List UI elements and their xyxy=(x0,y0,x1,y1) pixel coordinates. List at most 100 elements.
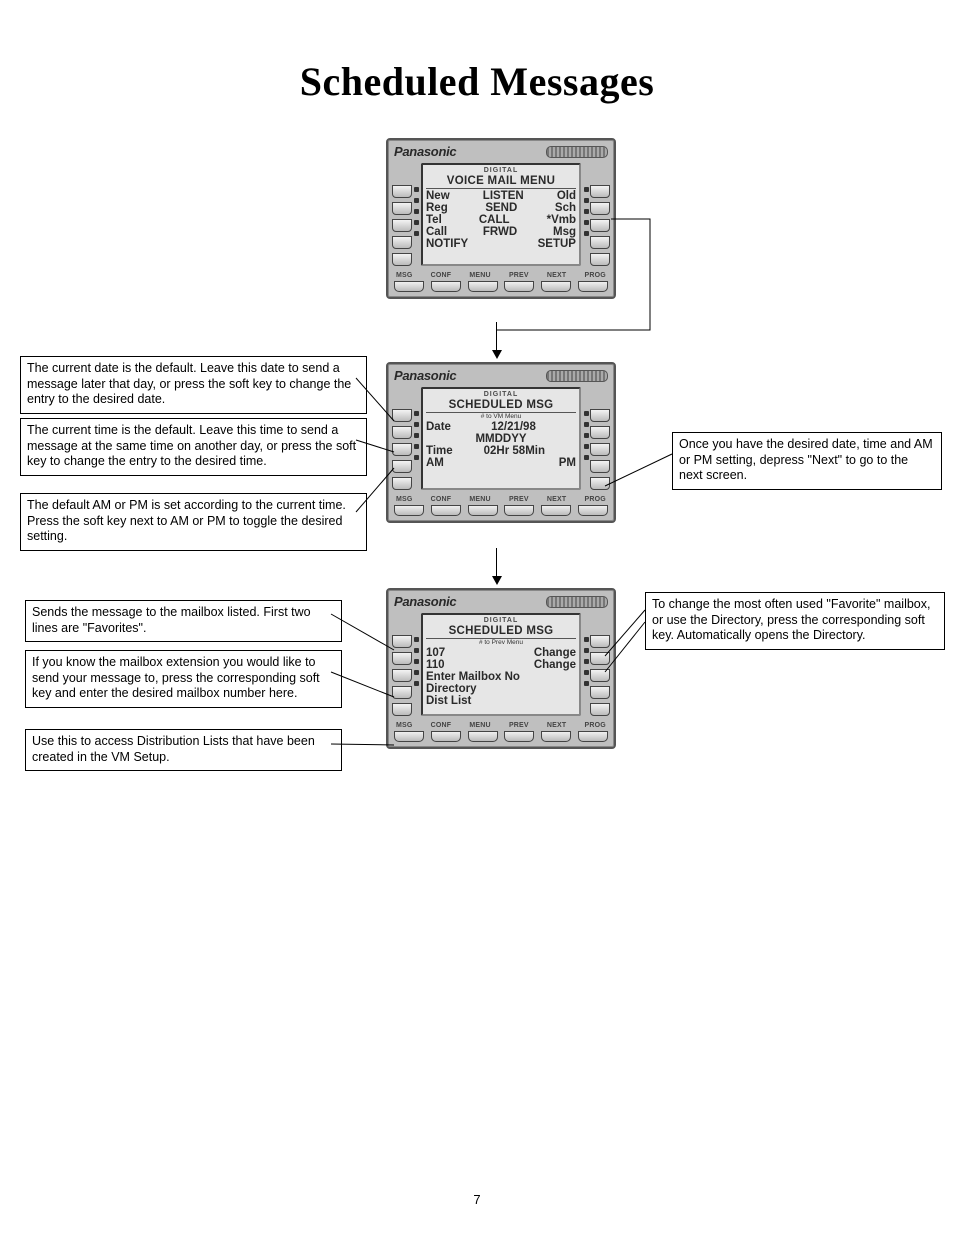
lcd-row: AMPM xyxy=(426,457,576,469)
bottom-key[interactable] xyxy=(541,731,571,742)
soft-key[interactable] xyxy=(392,409,412,422)
soft-key[interactable] xyxy=(590,669,610,682)
soft-key[interactable] xyxy=(590,652,610,665)
lcd-row: Time02Hr 58Min xyxy=(426,445,576,457)
soft-key[interactable] xyxy=(590,635,610,648)
soft-key[interactable] xyxy=(392,202,412,215)
flow-arrow-2 xyxy=(496,548,497,576)
led-column xyxy=(412,613,420,716)
bottom-key-label: MENU xyxy=(469,496,490,503)
soft-key[interactable] xyxy=(590,426,610,439)
speaker-grille xyxy=(546,370,608,382)
phone-scheduled-msg-mailbox: PanasonicDIGITALSCHEDULED MSG# to Prev M… xyxy=(386,588,616,749)
lcd-row: RegSENDSch xyxy=(426,202,576,214)
callout-next: Once you have the desired date, time and… xyxy=(672,432,942,490)
soft-key[interactable] xyxy=(392,219,412,232)
bottom-key[interactable] xyxy=(468,281,498,292)
soft-key[interactable] xyxy=(392,669,412,682)
bottom-key[interactable] xyxy=(578,731,608,742)
soft-key[interactable] xyxy=(392,652,412,665)
soft-key[interactable] xyxy=(392,703,412,716)
bottom-key[interactable] xyxy=(468,505,498,516)
soft-key[interactable] xyxy=(392,185,412,198)
bottom-key-label: MENU xyxy=(469,722,490,729)
soft-key[interactable] xyxy=(392,460,412,473)
bottom-key[interactable] xyxy=(541,505,571,516)
bottom-key[interactable] xyxy=(431,731,461,742)
led-dot xyxy=(584,648,589,653)
soft-key[interactable] xyxy=(590,219,610,232)
bottom-key-label: NEXT xyxy=(547,496,566,503)
soft-key[interactable] xyxy=(590,253,610,266)
soft-key[interactable] xyxy=(590,185,610,198)
phone-voice-mail-menu: PanasonicDIGITALVOICE MAIL MENUNewLISTEN… xyxy=(386,138,616,299)
led-dot xyxy=(414,231,419,236)
lcd-hint: # to VM Menu xyxy=(426,413,576,420)
lcd-row: 107Change xyxy=(426,647,576,659)
phone-scheduled-msg-date: Panasonic DIGITALSCHEDULED MSG# to VM Men… xyxy=(386,362,616,523)
led-dot xyxy=(414,422,419,427)
soft-key[interactable] xyxy=(590,686,610,699)
lcd-row: CallFRWDMsg xyxy=(426,226,576,238)
soft-key[interactable] xyxy=(392,477,412,490)
soft-key[interactable] xyxy=(392,236,412,249)
led-dot xyxy=(414,187,419,192)
bottom-key[interactable] xyxy=(394,505,424,516)
lcd-row: MMDDYY xyxy=(426,433,576,445)
led-dot xyxy=(584,209,589,214)
bottom-key-row: MSGCONFMENUPREVNEXTPROG xyxy=(388,720,614,747)
bottom-key[interactable] xyxy=(504,281,534,292)
led-dot xyxy=(414,648,419,653)
speaker-grille xyxy=(546,146,608,158)
bottom-key-label: PREV xyxy=(509,272,529,279)
led-dot xyxy=(414,444,419,449)
soft-key[interactable] xyxy=(590,477,610,490)
lcd-row: Enter Mailbox No xyxy=(426,671,576,683)
bottom-key[interactable] xyxy=(394,281,424,292)
softkey-column xyxy=(590,387,610,490)
lcd-title: SCHEDULED MSG xyxy=(426,399,576,413)
led-dot xyxy=(414,670,419,675)
bottom-key-label: CONF xyxy=(431,272,452,279)
callout-date: The current date is the default. Leave t… xyxy=(20,356,367,414)
lcd-row: Directory xyxy=(426,683,576,695)
soft-key[interactable] xyxy=(392,426,412,439)
bottom-key[interactable] xyxy=(431,281,461,292)
bottom-key-label: PREV xyxy=(509,496,529,503)
lcd-row: Date12/21/98 xyxy=(426,421,576,433)
led-dot xyxy=(414,209,419,214)
bottom-key[interactable] xyxy=(504,505,534,516)
bottom-key[interactable] xyxy=(394,731,424,742)
soft-key[interactable] xyxy=(392,253,412,266)
soft-key[interactable] xyxy=(392,443,412,456)
bottom-key[interactable] xyxy=(541,281,571,292)
led-column xyxy=(582,163,590,266)
bottom-key[interactable] xyxy=(504,731,534,742)
bottom-key-label: PROG xyxy=(585,496,606,503)
soft-key[interactable] xyxy=(590,409,610,422)
bottom-key[interactable] xyxy=(468,731,498,742)
bottom-key-label: MENU xyxy=(469,272,490,279)
bottom-key[interactable] xyxy=(578,505,608,516)
soft-key[interactable] xyxy=(392,686,412,699)
bottom-key-label: CONF xyxy=(431,722,452,729)
led-dot xyxy=(584,231,589,236)
brand-label: Panasonic xyxy=(394,368,456,383)
soft-key[interactable] xyxy=(392,635,412,648)
callout-ampm: The default AM or PM is set according to… xyxy=(20,493,367,551)
bottom-key[interactable] xyxy=(431,505,461,516)
led-dot xyxy=(414,659,419,664)
led-column xyxy=(412,387,420,490)
led-dot xyxy=(414,455,419,460)
soft-key[interactable] xyxy=(590,460,610,473)
lcd-screen: DIGITALSCHEDULED MSG# to Prev Menu107Cha… xyxy=(421,613,581,716)
bottom-key-label: PROG xyxy=(585,272,606,279)
soft-key[interactable] xyxy=(590,202,610,215)
soft-key[interactable] xyxy=(590,703,610,716)
lcd-screen: DIGITALSCHEDULED MSG# to VM MenuDate12/2… xyxy=(421,387,581,490)
arrowhead-icon xyxy=(492,350,502,359)
led-dot xyxy=(584,220,589,225)
bottom-key[interactable] xyxy=(578,281,608,292)
soft-key[interactable] xyxy=(590,443,610,456)
soft-key[interactable] xyxy=(590,236,610,249)
